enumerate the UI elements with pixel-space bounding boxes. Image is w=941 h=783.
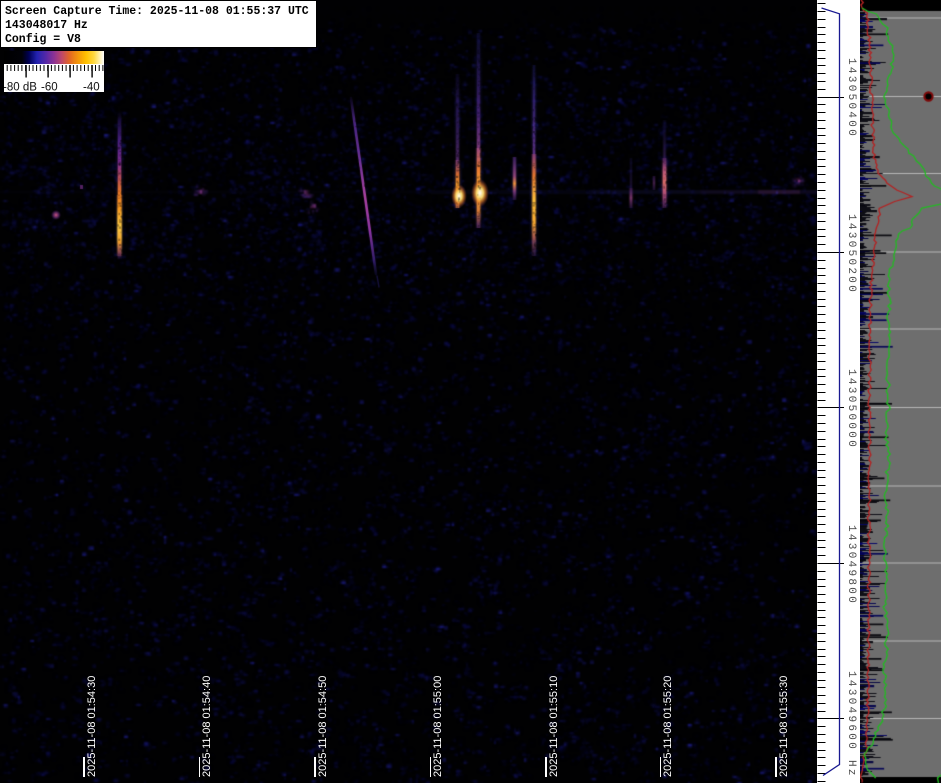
svg-text:-80 dB: -80 dB xyxy=(4,82,37,93)
svg-text:-40: -40 xyxy=(83,82,100,93)
svg-text:-60: -60 xyxy=(41,82,58,93)
